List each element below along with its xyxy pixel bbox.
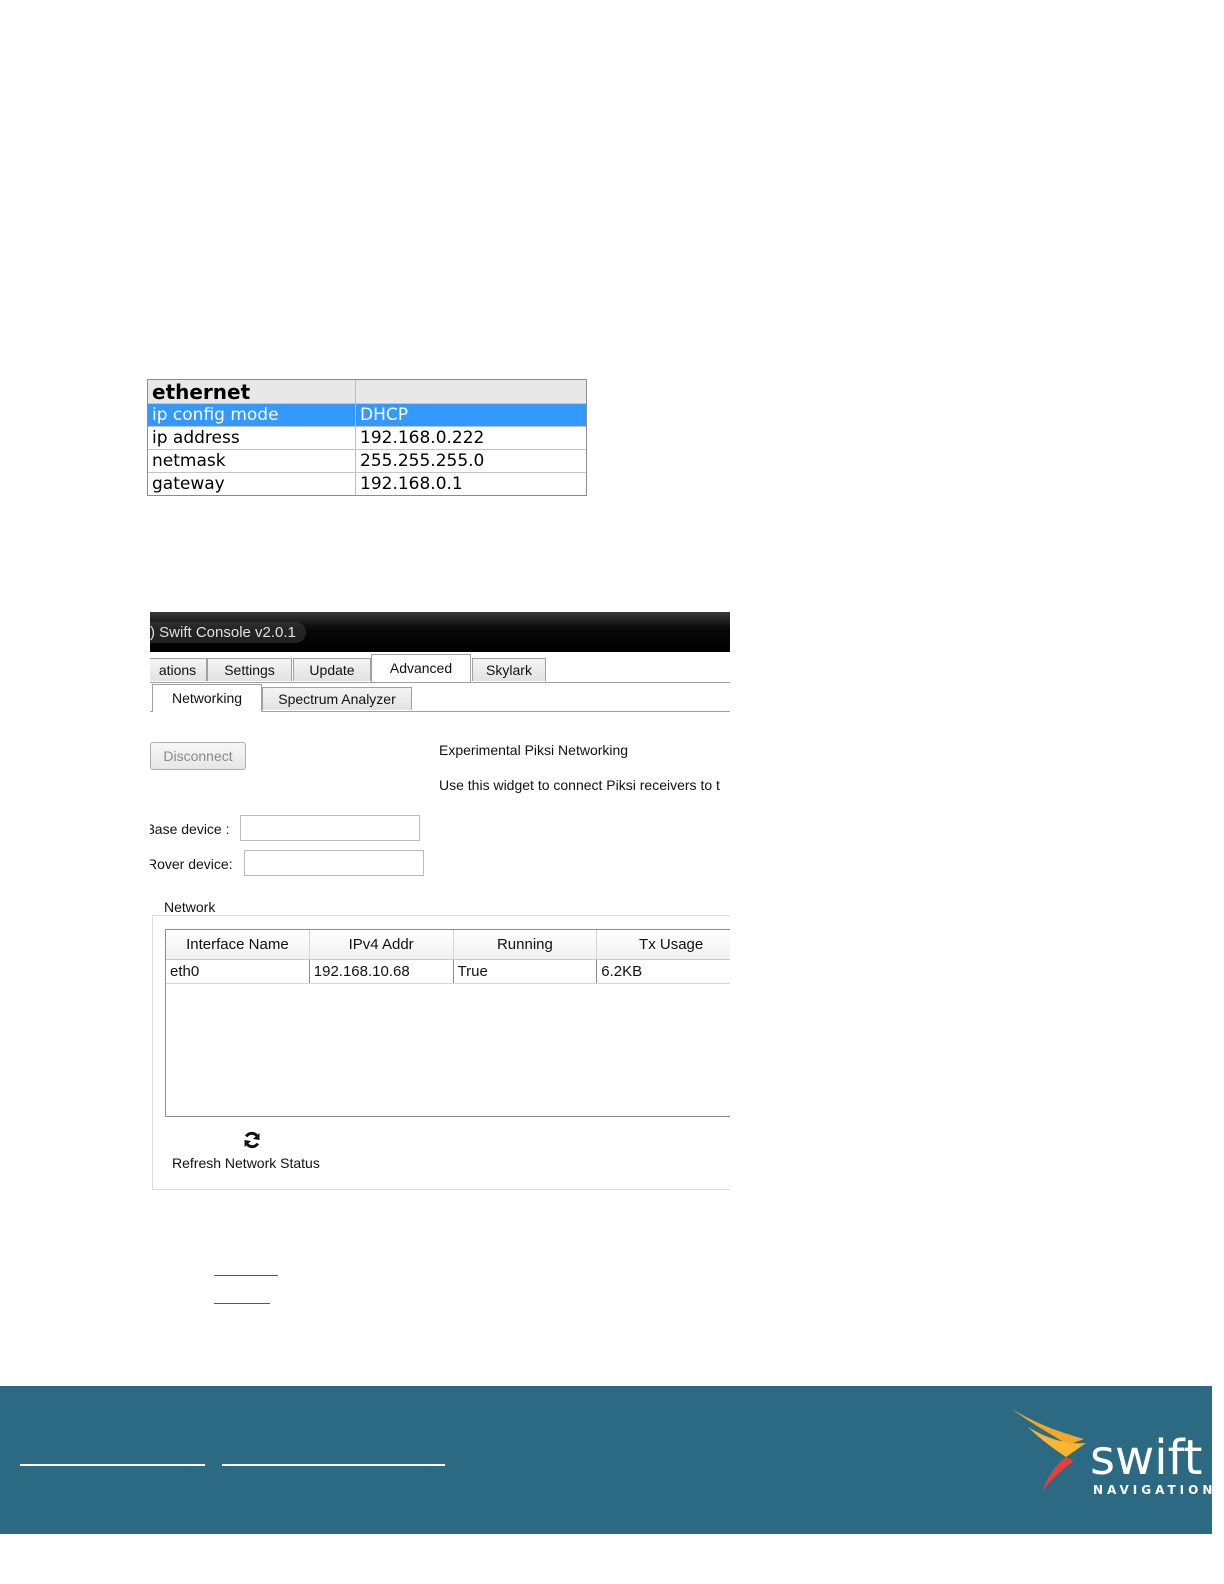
tab-settings[interactable]: Settings: [207, 658, 292, 681]
setting-value[interactable]: 192.168.0.222: [356, 427, 586, 449]
network-interface-table: Interface Name IPv4 Addr Running Tx Usag…: [165, 929, 730, 1117]
sub-tab-bar: Networking Spectrum Analyzer: [150, 684, 730, 712]
window-titlebar: ) Swift Console v2.0.1: [150, 612, 730, 652]
ethernet-settings-table: ethernet ip config mode DHCP ip address …: [147, 379, 587, 496]
tab-skylark[interactable]: Skylark: [472, 658, 546, 681]
window-title: ) Swift Console v2.0.1: [150, 622, 306, 643]
logo-wordmark: swift: [1090, 1430, 1203, 1486]
refresh-icon[interactable]: [242, 1130, 262, 1150]
table-cell: 192.168.10.68: [310, 960, 454, 983]
logo-subtitle: NAVIGATION: [1093, 1483, 1217, 1497]
disconnect-button[interactable]: Disconnect: [150, 742, 246, 770]
table-header: Interface Name IPv4 Addr Running Tx Usag…: [166, 930, 730, 960]
setting-name: netmask: [148, 450, 356, 472]
setting-name: ip address: [148, 427, 356, 449]
setting-row-gateway[interactable]: gateway 192.168.0.1: [148, 473, 586, 495]
tab-update[interactable]: Update: [293, 658, 371, 681]
rover-device-input[interactable]: [244, 850, 424, 876]
link-underline[interactable]: [214, 1275, 278, 1276]
column-header[interactable]: Tx Usage: [597, 930, 730, 959]
rover-device-label: Rover device:: [150, 856, 233, 872]
main-tab-bar: ations Settings Update Advanced Skylark: [150, 654, 730, 683]
tab-networking[interactable]: Networking: [152, 684, 262, 712]
setting-value[interactable]: 192.168.0.1: [356, 473, 586, 495]
ethernet-section-label: ethernet: [148, 380, 356, 403]
table-cell: 6.2KB: [597, 960, 730, 983]
tab-advanced[interactable]: Advanced: [371, 654, 471, 682]
column-header[interactable]: Interface Name: [166, 930, 310, 959]
setting-value[interactable]: 255.255.255.0: [356, 450, 586, 472]
setting-name: gateway: [148, 473, 356, 495]
column-header[interactable]: Running: [454, 930, 598, 959]
swift-console-window: ) Swift Console v2.0.1 ations Settings U…: [150, 612, 730, 1192]
footer-link-underline[interactable]: [222, 1464, 445, 1466]
setting-row-ip-config-mode[interactable]: ip config mode DHCP: [148, 404, 586, 427]
base-device-input[interactable]: [240, 815, 420, 841]
networking-title: Experimental Piksi Networking: [439, 742, 629, 758]
table-cell: eth0: [166, 960, 310, 983]
table-row[interactable]: eth0 192.168.10.68 True 6.2KB: [166, 960, 730, 984]
footer-link-underline[interactable]: [20, 1464, 205, 1466]
network-group-label: Network: [162, 899, 218, 915]
table-cell: True: [454, 960, 598, 983]
setting-row-netmask[interactable]: netmask 255.255.255.0: [148, 450, 586, 473]
tab-observations[interactable]: ations: [150, 658, 207, 681]
setting-value[interactable]: DHCP: [356, 404, 586, 426]
refresh-network-status-button[interactable]: Refresh Network Status: [172, 1155, 320, 1171]
setting-name: ip config mode: [148, 404, 356, 426]
base-device-label: 3ase device :: [150, 821, 230, 837]
column-header[interactable]: IPv4 Addr: [310, 930, 454, 959]
link-underline[interactable]: [214, 1303, 270, 1304]
networking-description: Use this widget to connect Piksi receive…: [439, 777, 720, 793]
setting-row-ip-address[interactable]: ip address 192.168.0.222: [148, 427, 586, 450]
tab-spectrum-analyzer[interactable]: Spectrum Analyzer: [262, 687, 412, 710]
ethernet-table-header: ethernet: [148, 380, 586, 404]
